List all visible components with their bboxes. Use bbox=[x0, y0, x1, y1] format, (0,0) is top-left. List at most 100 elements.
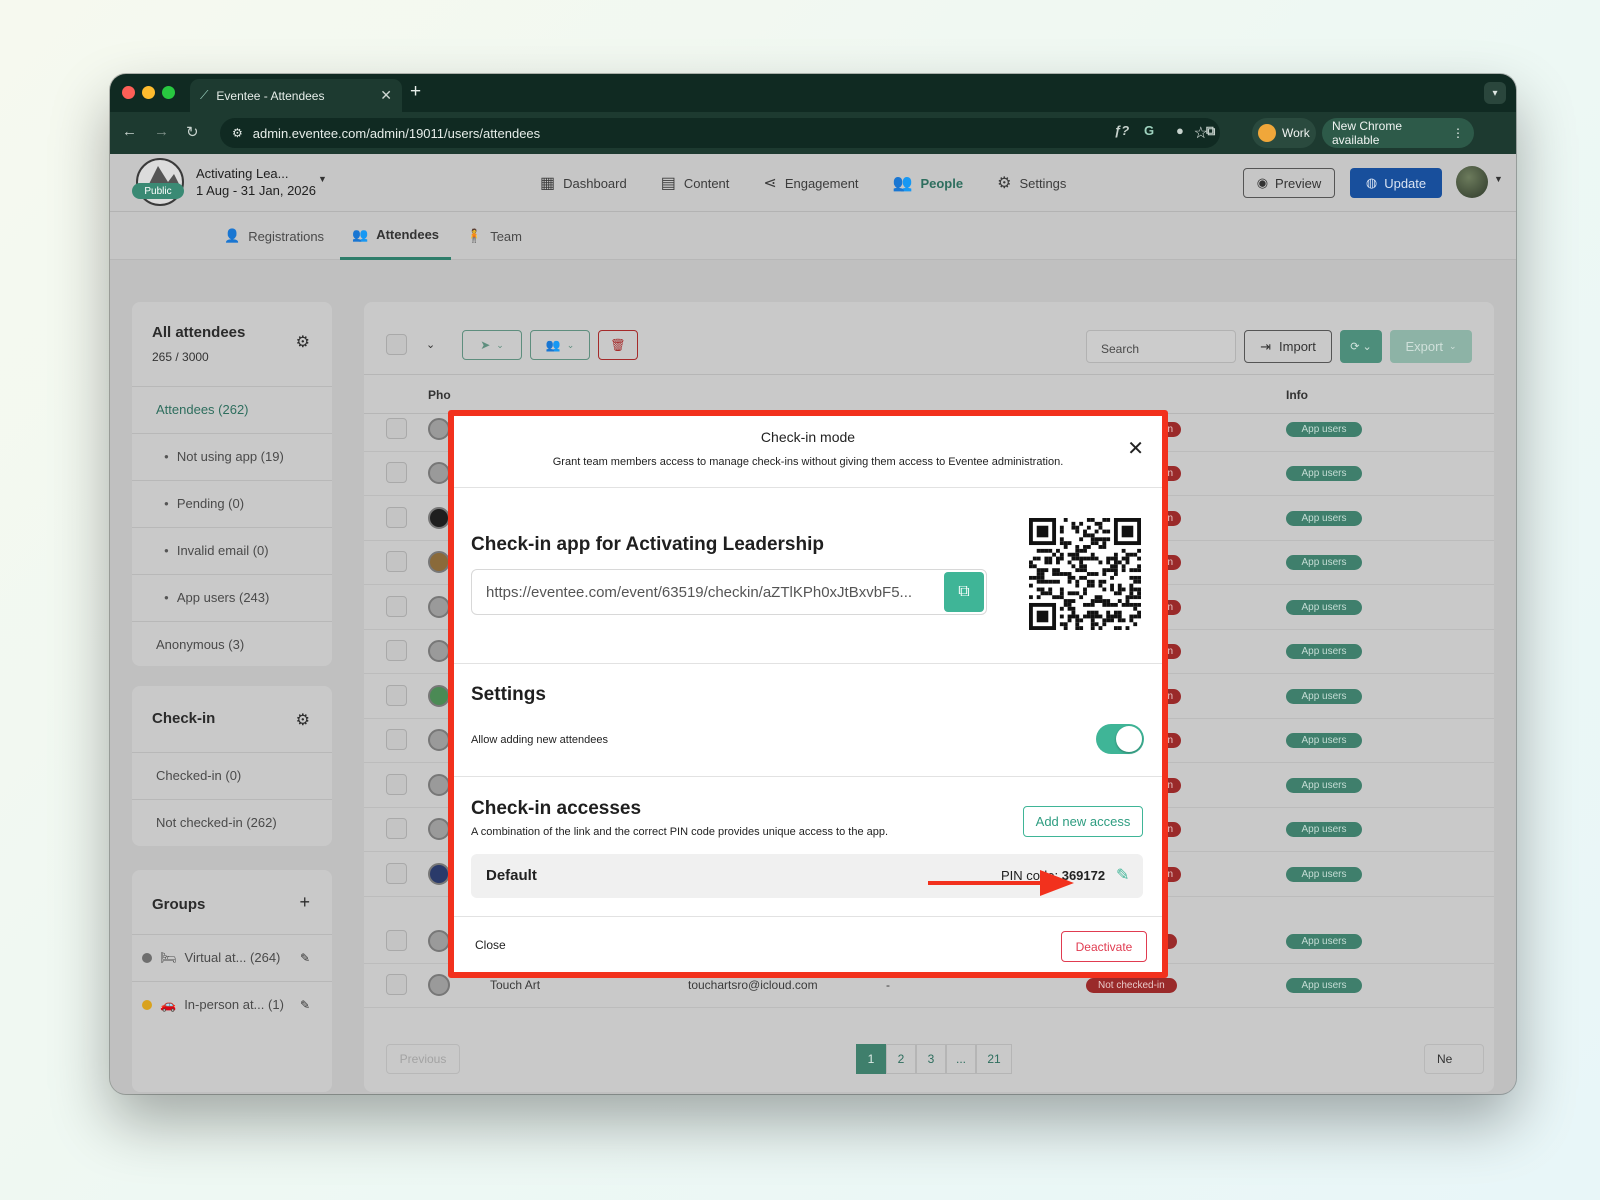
preview-button[interactable]: ◉ Preview bbox=[1243, 168, 1335, 198]
search-input[interactable]: Search bbox=[1086, 330, 1236, 363]
row-checkbox[interactable] bbox=[386, 640, 407, 661]
allow-new-attendees-toggle[interactable] bbox=[1096, 724, 1144, 754]
row-checkbox[interactable] bbox=[386, 551, 407, 572]
close-button[interactable]: Close bbox=[475, 938, 506, 952]
row-checkbox[interactable] bbox=[386, 462, 407, 483]
sidebar-item-group-virtual[interactable]: 🛏 Virtual at... (264) ✎ bbox=[132, 934, 332, 980]
previous-page-button[interactable]: Previous bbox=[386, 1044, 460, 1074]
update-label: Update bbox=[1384, 175, 1427, 191]
sidebar-item-checked-in[interactable]: Checked-in (0) bbox=[132, 752, 332, 798]
sidebar-item-group-in-person[interactable]: 🚗 In-person at... (1) ✎ bbox=[132, 981, 332, 1027]
reload-icon[interactable]: ↻ bbox=[186, 123, 199, 141]
sidebar-item-invalid-email[interactable]: ● Invalid email (0) bbox=[132, 527, 332, 573]
row-checkbox[interactable] bbox=[386, 596, 407, 617]
attendees-icon: 👥 bbox=[352, 226, 369, 242]
bullet-icon: ● bbox=[164, 546, 169, 555]
checkin-link-field[interactable]: https://eventee.com/event/63519/checkin/… bbox=[471, 569, 987, 615]
sync-button[interactable]: ⟳ ⌄ bbox=[1340, 330, 1382, 363]
forward-icon[interactable]: → bbox=[154, 123, 169, 140]
close-window-button[interactable] bbox=[122, 86, 135, 99]
row-checkbox[interactable] bbox=[386, 418, 407, 439]
column-photo[interactable]: Pho bbox=[428, 388, 451, 402]
send-button[interactable]: ➤ ⌄ bbox=[462, 330, 522, 360]
modal-title: Check-in mode bbox=[760, 429, 856, 445]
select-all-checkbox[interactable] bbox=[386, 334, 407, 355]
info-badge: App users bbox=[1286, 600, 1362, 615]
checkin-settings-gear-icon[interactable]: ⚙ bbox=[296, 710, 310, 730]
formula-extension-icon[interactable]: ƒ? bbox=[1114, 123, 1129, 138]
open-link-button[interactable]: ⧉ bbox=[944, 572, 984, 612]
nav-people[interactable]: 👥 People bbox=[893, 173, 964, 193]
more-menu-icon[interactable]: ⋮ bbox=[1452, 126, 1464, 140]
nav-engagement[interactable]: ⋖ Engagement bbox=[763, 173, 858, 193]
tab-registrations[interactable]: 👤 Registrations bbox=[224, 212, 324, 260]
page-3-button[interactable]: 3 bbox=[916, 1044, 946, 1074]
attendee-email: touchartsro@icloud.com bbox=[688, 978, 818, 992]
edit-pin-pencil-icon[interactable]: ✎ bbox=[1116, 865, 1129, 885]
row-checkbox[interactable] bbox=[386, 818, 407, 839]
sidebar-item-not-using-app[interactable]: ● Not using app (19) bbox=[132, 433, 332, 479]
ink-extension-icon[interactable]: ● bbox=[1176, 123, 1184, 138]
browser-tab[interactable]: ⟋ Eventee - Attendees ✕ bbox=[190, 79, 402, 112]
assign-group-button[interactable]: 👥 ⌄ bbox=[530, 330, 590, 360]
chrome-update-button[interactable]: New Chrome available ⋮ bbox=[1322, 118, 1474, 148]
delete-button[interactable]: 🗑 bbox=[598, 330, 638, 360]
sidebar-item-not-checked-in[interactable]: Not checked-in (262) bbox=[132, 799, 332, 845]
deactivate-button[interactable]: Deactivate bbox=[1061, 931, 1147, 962]
sidebar-item-anonymous[interactable]: Anonymous (3) bbox=[132, 621, 332, 667]
page-2-button[interactable]: 2 bbox=[886, 1044, 916, 1074]
row-checkbox[interactable] bbox=[386, 507, 407, 528]
edit-group-pencil-icon[interactable]: ✎ bbox=[300, 951, 310, 965]
grammarly-extension-icon[interactable]: G bbox=[1144, 123, 1154, 138]
row-checkbox[interactable] bbox=[386, 774, 407, 795]
account-caret-icon[interactable]: ▼ bbox=[1494, 174, 1503, 184]
pagination: 1 2 3 ... 21 bbox=[856, 1044, 1012, 1074]
all-attendees-card: All attendees 265 / 3000 ⚙ Attendees (26… bbox=[132, 302, 332, 666]
extensions-puzzle-icon[interactable]: ⧉ bbox=[1206, 123, 1215, 139]
tab-search-button[interactable]: ▾ bbox=[1484, 82, 1506, 104]
row-checkbox[interactable] bbox=[386, 685, 407, 706]
site-info-icon[interactable]: ⚙ bbox=[232, 126, 243, 140]
nav-content[interactable]: ▤ Content bbox=[661, 173, 730, 193]
event-name[interactable]: Activating Lea... bbox=[196, 166, 289, 181]
tab-label: Team bbox=[490, 228, 522, 244]
sidebar-item-attendees[interactable]: Attendees (262) bbox=[132, 386, 332, 432]
address-bar[interactable]: ⚙ admin.eventee.com/admin/19011/users/at… bbox=[220, 118, 1220, 148]
nav-settings[interactable]: ⚙ Settings bbox=[997, 173, 1066, 193]
row-checkbox[interactable] bbox=[386, 863, 407, 884]
add-group-button[interactable]: + bbox=[299, 892, 310, 913]
nav-dashboard[interactable]: ▦ Dashboard bbox=[540, 173, 627, 193]
groups-card: Groups + 🛏 Virtual at... (264) ✎ 🚗 In-pe… bbox=[132, 870, 332, 1092]
next-page-button[interactable]: Ne bbox=[1424, 1044, 1484, 1074]
sidebar-item-pending[interactable]: ● Pending (0) bbox=[132, 480, 332, 526]
row-checkbox[interactable] bbox=[386, 930, 407, 951]
add-new-access-button[interactable]: Add new access bbox=[1023, 806, 1143, 837]
edit-group-pencil-icon[interactable]: ✎ bbox=[300, 998, 310, 1012]
user-avatar[interactable] bbox=[1456, 166, 1488, 198]
row-checkbox[interactable] bbox=[386, 729, 407, 750]
page-21-button[interactable]: 21 bbox=[976, 1044, 1012, 1074]
tab-attendees[interactable]: 👥 Attendees bbox=[340, 212, 452, 260]
modal-header: Check-in mode Grant team members access … bbox=[454, 416, 1162, 488]
select-menu-chevron-icon[interactable]: ⌄ bbox=[426, 338, 435, 351]
sidebar-item-app-users[interactable]: ● App users (243) bbox=[132, 574, 332, 620]
new-tab-button[interactable]: + bbox=[410, 81, 421, 103]
attendees-settings-gear-icon[interactable]: ⚙ bbox=[296, 332, 310, 352]
attendee-name[interactable]: Touch Art bbox=[490, 978, 540, 992]
column-info[interactable]: Info bbox=[1286, 388, 1308, 402]
info-badge: App users bbox=[1286, 644, 1362, 659]
info-badge: App users bbox=[1286, 733, 1362, 748]
profile-button[interactable]: Work bbox=[1252, 118, 1316, 148]
event-switcher-caret-icon[interactable]: ▼ bbox=[318, 174, 327, 184]
page-1-button[interactable]: 1 bbox=[856, 1044, 886, 1074]
back-icon[interactable]: ← bbox=[122, 123, 137, 140]
row-checkbox[interactable] bbox=[386, 974, 407, 995]
close-modal-icon[interactable]: ✕ bbox=[1127, 436, 1144, 461]
minimize-window-button[interactable] bbox=[142, 86, 155, 99]
update-button[interactable]: ◍ Update bbox=[1350, 168, 1442, 198]
tab-team[interactable]: 🧍 Team bbox=[466, 212, 522, 260]
export-button[interactable]: Export ⌄ bbox=[1390, 330, 1472, 363]
maximize-window-button[interactable] bbox=[162, 86, 175, 99]
close-tab-icon[interactable]: ✕ bbox=[380, 87, 392, 104]
import-button[interactable]: ⇥ Import bbox=[1244, 330, 1332, 363]
